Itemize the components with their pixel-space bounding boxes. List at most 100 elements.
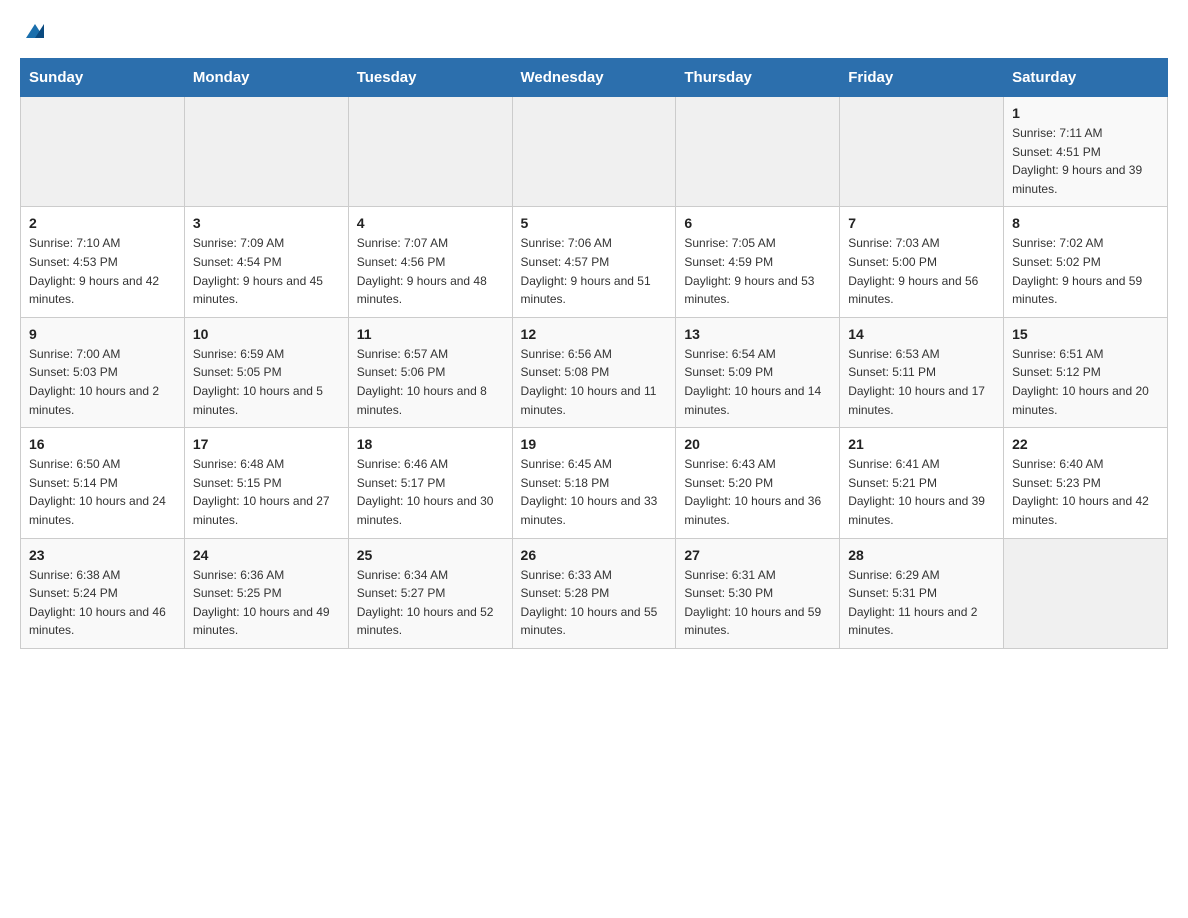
calendar-header-row: SundayMondayTuesdayWednesdayThursdayFrid… [21,59,1168,97]
calendar-cell: 13 Sunrise: 6:54 AM Sunset: 5:09 PM Dayli… [676,317,840,427]
calendar-week-row: 16 Sunrise: 6:50 AM Sunset: 5:14 PM Dayli… [21,428,1168,538]
day-number: 13 [684,326,831,342]
day-info: Sunrise: 6:31 AM Sunset: 5:30 PM Dayligh… [684,566,831,640]
calendar-week-row: 9 Sunrise: 7:00 AM Sunset: 5:03 PM Daylig… [21,317,1168,427]
calendar-cell [1004,538,1168,648]
calendar-cell: 11Sunrise: 6:57 AM Sunset: 5:06 PM Dayli… [348,317,512,427]
day-number: 14 [848,326,995,342]
logo [20,20,48,42]
calendar-cell: 24Sunrise: 6:36 AM Sunset: 5:25 PM Dayli… [184,538,348,648]
day-info: Sunrise: 7:05 AM Sunset: 4:59 PM Dayligh… [684,234,831,308]
day-number: 22 [1012,436,1159,452]
day-header-saturday: Saturday [1004,59,1168,97]
day-number: 15 [1012,326,1159,342]
day-info: Sunrise: 6:48 AM Sunset: 5:15 PM Dayligh… [193,455,340,529]
day-number: 21 [848,436,995,452]
calendar-cell: 12 Sunrise: 6:56 AM Sunset: 5:08 PM Dayli… [512,317,676,427]
calendar-week-row: 2 Sunrise: 7:10 AM Sunset: 4:53 PM Daylig… [21,207,1168,317]
day-number: 20 [684,436,831,452]
day-info: Sunrise: 7:10 AM Sunset: 4:53 PM Dayligh… [29,234,176,308]
calendar-cell: 25Sunrise: 6:34 AM Sunset: 5:27 PM Dayli… [348,538,512,648]
day-number: 19 [521,436,668,452]
day-number: 26 [521,547,668,563]
calendar-cell: 18 Sunrise: 6:46 AM Sunset: 5:17 PM Dayli… [348,428,512,538]
day-info: Sunrise: 6:53 AM Sunset: 5:11 PM Dayligh… [848,345,995,419]
day-info: Sunrise: 6:41 AM Sunset: 5:21 PM Dayligh… [848,455,995,529]
day-info: Sunrise: 6:59 AM Sunset: 5:05 PM Dayligh… [193,345,340,419]
calendar-cell: 17 Sunrise: 6:48 AM Sunset: 5:15 PM Dayli… [184,428,348,538]
day-number: 10 [193,326,340,342]
day-header-friday: Friday [840,59,1004,97]
day-info: Sunrise: 6:50 AM Sunset: 5:14 PM Dayligh… [29,455,176,529]
calendar-cell: 3 Sunrise: 7:09 AM Sunset: 4:54 PM Daylig… [184,207,348,317]
calendar-cell [184,97,348,207]
calendar-table: SundayMondayTuesdayWednesdayThursdayFrid… [20,58,1168,649]
day-number: 8 [1012,215,1159,231]
day-number: 5 [521,215,668,231]
day-info: Sunrise: 7:11 AM Sunset: 4:51 PM Dayligh… [1012,124,1159,198]
day-header-wednesday: Wednesday [512,59,676,97]
day-info: Sunrise: 7:09 AM Sunset: 4:54 PM Dayligh… [193,234,340,308]
day-number: 6 [684,215,831,231]
day-header-tuesday: Tuesday [348,59,512,97]
day-header-thursday: Thursday [676,59,840,97]
calendar-cell: 9 Sunrise: 7:00 AM Sunset: 5:03 PM Daylig… [21,317,185,427]
day-info: Sunrise: 6:51 AM Sunset: 5:12 PM Dayligh… [1012,345,1159,419]
day-info: Sunrise: 6:33 AM Sunset: 5:28 PM Dayligh… [521,566,668,640]
day-number: 27 [684,547,831,563]
day-header-sunday: Sunday [21,59,185,97]
day-number: 17 [193,436,340,452]
calendar-cell: 27 Sunrise: 6:31 AM Sunset: 5:30 PM Dayli… [676,538,840,648]
logo-icon [24,20,46,42]
day-number: 1 [1012,105,1159,121]
day-info: Sunrise: 7:00 AM Sunset: 5:03 PM Dayligh… [29,345,176,419]
calendar-cell: 5 Sunrise: 7:06 AM Sunset: 4:57 PM Daylig… [512,207,676,317]
day-info: Sunrise: 6:56 AM Sunset: 5:08 PM Dayligh… [521,345,668,419]
calendar-week-row: 1 Sunrise: 7:11 AM Sunset: 4:51 PM Daylig… [21,97,1168,207]
day-info: Sunrise: 6:46 AM Sunset: 5:17 PM Dayligh… [357,455,504,529]
day-number: 7 [848,215,995,231]
calendar-week-row: 23 Sunrise: 6:38 AM Sunset: 5:24 PM Dayli… [21,538,1168,648]
calendar-cell [21,97,185,207]
day-number: 12 [521,326,668,342]
day-header-monday: Monday [184,59,348,97]
day-number: 16 [29,436,176,452]
day-info: Sunrise: 7:03 AM Sunset: 5:00 PM Dayligh… [848,234,995,308]
day-number: 9 [29,326,176,342]
day-number: 23 [29,547,176,563]
day-info: Sunrise: 7:02 AM Sunset: 5:02 PM Dayligh… [1012,234,1159,308]
day-number: 2 [29,215,176,231]
calendar-cell: 19 Sunrise: 6:45 AM Sunset: 5:18 PM Dayli… [512,428,676,538]
day-info: Sunrise: 6:45 AM Sunset: 5:18 PM Dayligh… [521,455,668,529]
day-info: Sunrise: 6:43 AM Sunset: 5:20 PM Dayligh… [684,455,831,529]
calendar-cell [348,97,512,207]
day-info: Sunrise: 6:54 AM Sunset: 5:09 PM Dayligh… [684,345,831,419]
calendar-cell: 6 Sunrise: 7:05 AM Sunset: 4:59 PM Daylig… [676,207,840,317]
calendar-cell: 21 Sunrise: 6:41 AM Sunset: 5:21 PM Dayli… [840,428,1004,538]
day-number: 24 [193,547,340,563]
day-info: Sunrise: 6:34 AM Sunset: 5:27 PM Dayligh… [357,566,504,640]
day-info: Sunrise: 6:38 AM Sunset: 5:24 PM Dayligh… [29,566,176,640]
calendar-cell: 16 Sunrise: 6:50 AM Sunset: 5:14 PM Dayli… [21,428,185,538]
calendar-cell [676,97,840,207]
calendar-cell: 2 Sunrise: 7:10 AM Sunset: 4:53 PM Daylig… [21,207,185,317]
calendar-cell: 14 Sunrise: 6:53 AM Sunset: 5:11 PM Dayli… [840,317,1004,427]
calendar-cell: 10 Sunrise: 6:59 AM Sunset: 5:05 PM Dayli… [184,317,348,427]
calendar-cell: 26 Sunrise: 6:33 AM Sunset: 5:28 PM Dayli… [512,538,676,648]
day-number: 4 [357,215,504,231]
calendar-cell: 15 Sunrise: 6:51 AM Sunset: 5:12 PM Dayli… [1004,317,1168,427]
calendar-cell: 1 Sunrise: 7:11 AM Sunset: 4:51 PM Daylig… [1004,97,1168,207]
calendar-cell: 8 Sunrise: 7:02 AM Sunset: 5:02 PM Daylig… [1004,207,1168,317]
day-info: Sunrise: 6:29 AM Sunset: 5:31 PM Dayligh… [848,566,995,640]
calendar-cell [840,97,1004,207]
day-info: Sunrise: 7:06 AM Sunset: 4:57 PM Dayligh… [521,234,668,308]
calendar-cell: 7 Sunrise: 7:03 AM Sunset: 5:00 PM Daylig… [840,207,1004,317]
day-info: Sunrise: 6:40 AM Sunset: 5:23 PM Dayligh… [1012,455,1159,529]
day-number: 11 [357,326,504,342]
day-number: 18 [357,436,504,452]
day-number: 3 [193,215,340,231]
day-number: 28 [848,547,995,563]
page-header [20,20,1168,42]
calendar-cell: 28 Sunrise: 6:29 AM Sunset: 5:31 PM Dayli… [840,538,1004,648]
calendar-cell [512,97,676,207]
